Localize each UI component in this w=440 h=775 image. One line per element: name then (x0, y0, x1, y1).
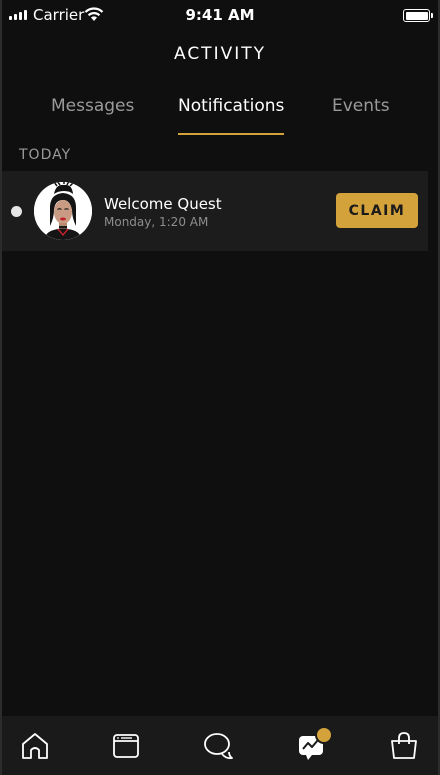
avatar[interactable] (34, 182, 92, 240)
chat-icon (204, 733, 233, 760)
home-icon (22, 733, 48, 759)
status-bar: Carrier 9:41 AM (2, 0, 438, 30)
page-title: ACTIVITY (173, 44, 266, 64)
shop-icon (391, 732, 417, 759)
notification-title: Welcome Quest (104, 195, 222, 213)
nav-feed[interactable] (110, 730, 142, 762)
nav-activity[interactable] (296, 726, 333, 762)
clock: 9:41 AM (185, 6, 255, 24)
app-screen: Carrier 9:41 AM ACTIVITY Messages Notifi… (2, 0, 438, 775)
nav-shop[interactable] (388, 730, 420, 762)
nav-home[interactable] (19, 730, 51, 762)
tab-events[interactable]: Events (332, 96, 390, 116)
section-header-today: TODAY (19, 147, 72, 163)
battery-icon (403, 9, 433, 22)
nav-chat[interactable] (202, 730, 234, 762)
feed-icon (113, 734, 139, 758)
notification-row[interactable]: Welcome Quest Monday, 1:20 AM CLAIM (2, 171, 428, 251)
unread-indicator (11, 206, 22, 217)
tab-notifications[interactable]: Notifications (178, 96, 284, 116)
tab-messages[interactable]: Messages (51, 96, 134, 116)
avatar-image (34, 182, 92, 240)
claim-button[interactable]: CLAIM (336, 193, 418, 228)
notification-timestamp: Monday, 1:20 AM (104, 215, 209, 229)
notification-badge (315, 726, 333, 744)
bottom-navigation (2, 716, 438, 775)
active-tab-indicator (178, 133, 284, 135)
activity-tabs: Messages Notifications Events (2, 96, 438, 138)
